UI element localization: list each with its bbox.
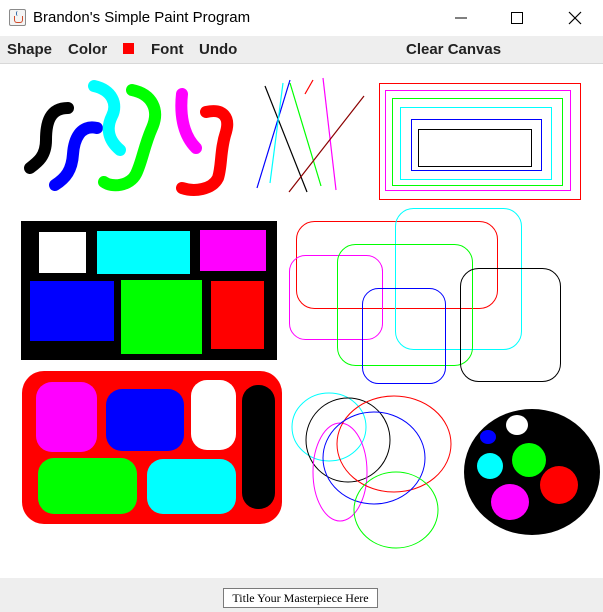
roundrect-red <box>296 221 498 309</box>
roundrect-fill-magenta <box>36 382 97 452</box>
outlined-ovals <box>291 392 452 549</box>
oval-red <box>336 395 452 493</box>
oval-fill-white <box>506 415 528 435</box>
stroke-blue <box>49 121 103 191</box>
line-blue <box>256 79 291 189</box>
stroke-magenta <box>175 88 202 154</box>
rect-fill-magenta <box>200 230 266 271</box>
menu-color[interactable]: Color <box>68 41 107 58</box>
stroke-cyan <box>88 80 126 156</box>
nested-rectangles <box>379 83 581 200</box>
menu-clear-canvas[interactable]: Clear Canvas <box>406 41 501 58</box>
rect-fill-white <box>39 232 86 273</box>
rect-black <box>418 129 532 167</box>
rect-cyan <box>400 107 552 180</box>
maximize-button[interactable] <box>489 0 545 36</box>
minimize-icon <box>455 17 467 19</box>
maximize-icon <box>511 12 523 24</box>
oval-green <box>353 471 439 549</box>
menu-bar: Shape Color Font Undo Clear Canvas <box>0 36 603 64</box>
rect-fill-blue <box>30 281 114 341</box>
roundrect-fill-green <box>38 458 137 514</box>
java-cup-icon <box>9 9 26 26</box>
rect-fill-green <box>121 280 202 354</box>
minimize-button[interactable] <box>433 0 489 36</box>
roundrect-black <box>460 268 561 382</box>
menu-undo[interactable]: Undo <box>199 41 237 58</box>
roundrect-blue <box>362 288 446 384</box>
rect-red <box>379 83 581 200</box>
roundrect-fill-white <box>191 380 236 450</box>
current-color-swatch <box>123 43 134 54</box>
roundrect-fill-blue <box>106 389 184 451</box>
masterpiece-title-input[interactable] <box>223 588 378 608</box>
rect-fill-red <box>211 281 264 349</box>
footer-bar <box>0 578 603 612</box>
oval-fill-red <box>540 466 578 504</box>
line-cyan <box>269 82 284 184</box>
freehand-strokes <box>24 80 234 196</box>
title-bar[interactable]: Brandon's Simple Paint Program <box>0 0 603 36</box>
stroke-black <box>24 102 74 174</box>
menu-shape[interactable]: Shape <box>7 41 52 58</box>
rounded-filled <box>22 371 282 524</box>
rect-magenta <box>385 90 571 191</box>
filled-ovals <box>464 409 600 535</box>
rect-blue <box>411 119 542 171</box>
oval-fill-magenta <box>491 484 529 520</box>
canvas-drawing <box>21 77 600 549</box>
roundrect-magenta <box>289 255 383 340</box>
filled-rectangles <box>21 221 277 360</box>
roundrect-fill-cyan <box>147 459 236 514</box>
close-button[interactable] <box>547 0 603 36</box>
oval-fill-blue <box>480 430 496 444</box>
oval-fill-green <box>512 443 546 477</box>
line-group <box>256 77 365 193</box>
window-title: Brandon's Simple Paint Program <box>33 9 251 26</box>
rounded-outlines <box>289 208 561 384</box>
line-red <box>304 79 314 95</box>
rect-fill-cyan <box>97 231 190 274</box>
roundrect-fill-black <box>242 385 275 509</box>
oval-black <box>305 397 391 483</box>
menu-font[interactable]: Font <box>151 41 183 58</box>
oval-fill-cyan <box>477 453 503 479</box>
roundrect-cyan <box>395 208 522 350</box>
oval-blue <box>322 411 426 505</box>
close-icon <box>568 11 582 25</box>
drawing-canvas[interactable] <box>0 64 603 578</box>
